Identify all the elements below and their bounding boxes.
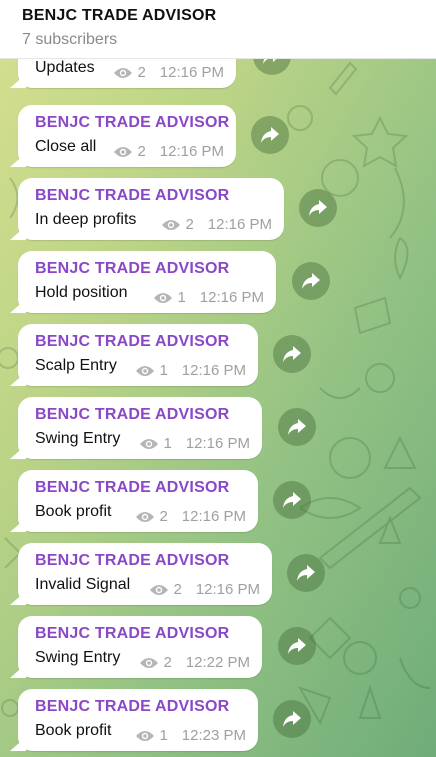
forward-button[interactable] xyxy=(292,262,330,300)
forward-arrow-icon xyxy=(297,565,315,581)
forward-button[interactable] xyxy=(273,335,311,373)
forward-arrow-icon xyxy=(283,492,301,508)
eye-icon xyxy=(136,730,155,741)
message-bubble[interactable]: BENJC TRADE ADVISOR Swing Entry 2 12:22 PM xyxy=(18,616,262,678)
message-time: 12:16 PM xyxy=(207,216,272,233)
forward-button[interactable] xyxy=(287,554,325,592)
eye-icon xyxy=(140,438,159,449)
view-count: 2 xyxy=(173,581,182,598)
message-bubble[interactable]: BENJC TRADE ADVISOR Invalid Signal 2 12:16 … xyxy=(18,543,272,605)
message-meta: 2 12:16 PM xyxy=(135,508,246,525)
view-count: 1 xyxy=(159,727,168,744)
forward-arrow-icon xyxy=(302,273,320,289)
eye-icon xyxy=(114,146,133,157)
message-time: 12:16 PM xyxy=(181,362,246,379)
forward-arrow-icon xyxy=(288,419,306,435)
message-sender[interactable]: BENJC TRADE ADVISOR xyxy=(35,479,229,497)
message-text: Scalp Entry xyxy=(35,357,117,374)
subscriber-count: 7 subscribers xyxy=(22,31,118,48)
message-list[interactable]: Updates 2 12:16 PM BENJC TRADE ADVISOR Close… xyxy=(0,58,436,757)
message-text: Book profit xyxy=(35,722,112,739)
message-bubble[interactable]: BENJC TRADE ADVISOR Book profit 1 12:23 PM xyxy=(18,689,258,751)
forward-arrow-icon xyxy=(309,200,327,216)
message-time: 12:16 PM xyxy=(199,289,264,306)
message-text: Hold position xyxy=(35,284,128,301)
message-bubble[interactable]: BENJC TRADE ADVISOR Swing Entry 1 12:16 PM xyxy=(18,397,262,459)
message-time: 12:23 PM xyxy=(181,727,246,744)
message-bubble[interactable]: BENJC TRADE ADVISOR Scalp Entry 1 12:16 PM xyxy=(18,324,258,386)
message-meta: 2 12:16 PM xyxy=(113,143,224,160)
view-count: 2 xyxy=(185,216,194,233)
message-meta: 2 12:16 PM xyxy=(149,581,260,598)
forward-button[interactable] xyxy=(273,481,311,519)
channel-header[interactable]: BENJC TRADE ADVISOR 7 subscribers xyxy=(0,0,436,59)
message-time: 12:16 PM xyxy=(185,435,250,452)
forward-arrow-icon xyxy=(288,638,306,654)
message-text: In deep profits xyxy=(35,211,137,228)
message-sender[interactable]: BENJC TRADE ADVISOR xyxy=(35,552,229,570)
view-count: 1 xyxy=(159,362,168,379)
message-meta: 2 12:16 PM xyxy=(161,216,272,233)
message-meta: 1 12:23 PM xyxy=(135,727,246,744)
view-count: 2 xyxy=(137,64,146,81)
view-count: 1 xyxy=(163,435,172,452)
message-meta: 2 12:16 PM xyxy=(113,64,224,81)
message-bubble[interactable]: BENJC TRADE ADVISOR Close all 2 12:16 PM xyxy=(18,105,236,167)
eye-icon xyxy=(114,67,133,78)
message-text: Swing Entry xyxy=(35,649,121,666)
message-text: Invalid Signal xyxy=(35,576,131,593)
eye-icon xyxy=(136,511,155,522)
message-sender[interactable]: BENJC TRADE ADVISOR xyxy=(35,406,229,424)
message-time: 12:22 PM xyxy=(185,654,250,671)
forward-button[interactable] xyxy=(278,408,316,446)
eye-icon xyxy=(140,657,159,668)
message-sender[interactable]: BENJC TRADE ADVISOR xyxy=(35,625,229,643)
message-time: 12:16 PM xyxy=(181,508,246,525)
message-text: Updates xyxy=(35,59,95,76)
message-meta: 2 12:22 PM xyxy=(139,654,250,671)
message-sender[interactable]: BENJC TRADE ADVISOR xyxy=(35,698,229,716)
message-time: 12:16 PM xyxy=(159,64,224,81)
forward-arrow-icon xyxy=(263,58,278,64)
eye-icon xyxy=(150,584,169,595)
message-bubble[interactable]: BENJC TRADE ADVISOR In deep profits 2 12:16… xyxy=(18,178,284,240)
view-count: 2 xyxy=(137,143,146,160)
forward-button[interactable] xyxy=(273,700,311,738)
view-count: 2 xyxy=(163,654,172,671)
forward-button[interactable] xyxy=(278,627,316,665)
message-text: Close all xyxy=(35,138,97,155)
message-time: 12:16 PM xyxy=(195,581,260,598)
view-count: 1 xyxy=(177,289,186,306)
forward-button[interactable] xyxy=(251,116,289,154)
forward-arrow-icon xyxy=(261,127,279,143)
message-meta: 1 12:16 PM xyxy=(139,435,250,452)
view-count: 2 xyxy=(159,508,168,525)
message-sender[interactable]: BENJC TRADE ADVISOR xyxy=(35,114,229,132)
eye-icon xyxy=(136,365,155,376)
forward-arrow-icon xyxy=(283,346,301,362)
message-bubble[interactable]: BENJC TRADE ADVISOR Book profit 2 12:16 PM xyxy=(18,470,258,532)
message-text: Book profit xyxy=(35,503,112,520)
message-bubble[interactable]: BENJC TRADE ADVISOR Hold position 1 12:16 P… xyxy=(18,251,276,313)
message-meta: 1 12:16 PM xyxy=(153,289,264,306)
message-sender[interactable]: BENJC TRADE ADVISOR xyxy=(35,333,229,351)
eye-icon xyxy=(162,219,181,230)
forward-button[interactable] xyxy=(299,189,337,227)
message-sender[interactable]: BENJC TRADE ADVISOR xyxy=(35,187,229,205)
message-time: 12:16 PM xyxy=(159,143,224,160)
message-meta: 1 12:16 PM xyxy=(135,362,246,379)
message-text: Swing Entry xyxy=(35,430,121,447)
forward-arrow-icon xyxy=(283,711,301,727)
message-sender[interactable]: BENJC TRADE ADVISOR xyxy=(35,260,229,278)
channel-title: BENJC TRADE ADVISOR xyxy=(22,7,217,24)
message-bubble[interactable]: Updates 2 12:16 PM xyxy=(18,58,236,88)
eye-icon xyxy=(154,292,173,303)
